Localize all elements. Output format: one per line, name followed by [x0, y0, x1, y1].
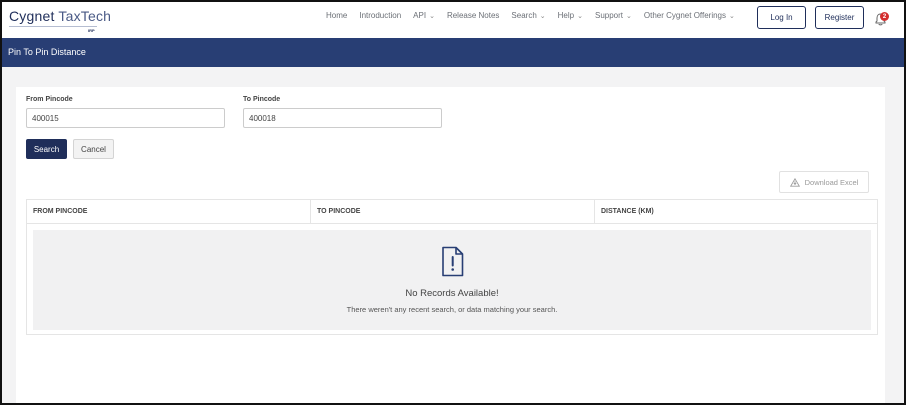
notification-badge: 2 — [880, 12, 889, 21]
brand-underline — [9, 26, 97, 27]
cancel-button[interactable]: Cancel — [73, 139, 114, 159]
empty-state: No Records Available! There weren't any … — [33, 230, 871, 330]
brand-accent-text: TaxTech — [58, 8, 112, 24]
from-pincode-label: From Pincode — [26, 96, 73, 103]
search-button[interactable]: Search — [26, 139, 67, 159]
chevron-down-icon: ⌄ — [577, 12, 583, 20]
register-button[interactable]: Register — [815, 6, 864, 29]
download-icon — [789, 177, 800, 187]
column-header-distance[interactable]: DISTANCE (KM) — [594, 200, 877, 223]
chevron-down-icon: ⌄ — [729, 12, 735, 20]
table-header: FROM PINCODE TO PINCODE DISTANCE (KM) — [27, 200, 877, 224]
page-title-bar: Pin To Pin Distance — [2, 38, 904, 67]
empty-state-title: No Records Available! — [405, 288, 499, 299]
empty-state-message: There weren't any recent search, or data… — [346, 305, 558, 314]
download-excel-button[interactable]: Download Excel — [779, 171, 869, 193]
results-table: FROM PINCODE TO PINCODE DISTANCE (KM) No… — [26, 199, 878, 335]
chevron-down-icon: ⌄ — [429, 12, 435, 20]
to-pincode-label: To Pincode — [243, 96, 281, 103]
brand-name: Cygnet TaxTech — [9, 8, 111, 24]
from-pincode-input[interactable]: 400015 — [26, 108, 225, 128]
nav-item-other-offerings[interactable]: Other Cygnet Offerings ⌄ — [644, 11, 735, 20]
brand-sub-text: IRP — [88, 28, 95, 33]
nav-item-home[interactable]: Home — [326, 11, 347, 20]
nav-item-api[interactable]: API ⌄ — [413, 11, 435, 20]
document-alert-icon — [442, 246, 464, 277]
brand-main-text: Cygnet — [9, 8, 59, 24]
chevron-down-icon: ⌄ — [626, 12, 632, 20]
nav-item-introduction[interactable]: Introduction — [359, 11, 401, 20]
to-pincode-input[interactable]: 400018 — [243, 108, 442, 128]
nav-item-help[interactable]: Help ⌄ — [558, 11, 583, 20]
chevron-down-icon: ⌄ — [539, 12, 546, 20]
nav-item-support[interactable]: Support ⌄ — [595, 11, 632, 20]
login-button[interactable]: Log In — [757, 6, 806, 29]
main-nav: Home Introduction API ⌄ Release Notes Sea… — [326, 11, 747, 20]
column-header-from-pincode[interactable]: FROM PINCODE — [27, 200, 310, 223]
column-header-to-pincode[interactable]: TO PINCODE — [310, 200, 594, 223]
nav-item-release-notes[interactable]: Release Notes — [447, 11, 499, 20]
page-title: Pin To Pin Distance — [8, 47, 86, 57]
download-excel-label: Download Excel — [804, 177, 859, 187]
nav-item-search[interactable]: Search ⌄ — [511, 11, 545, 20]
brand-logo[interactable]: Cygnet TaxTech IRP — [9, 8, 111, 33]
